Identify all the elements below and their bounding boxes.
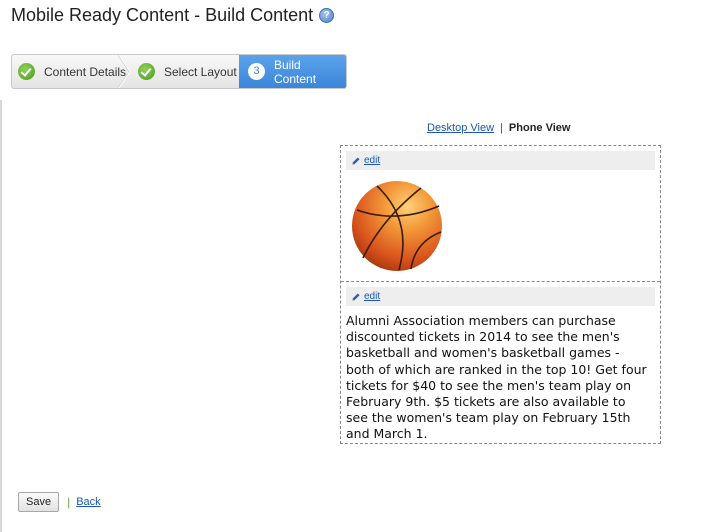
- pencil-icon: [352, 157, 360, 165]
- check-icon: [138, 63, 155, 80]
- save-button[interactable]: Save: [18, 492, 60, 512]
- view-toggle: Desktop View | Phone View: [427, 122, 570, 134]
- wizard-step-label: Build Content: [274, 57, 317, 86]
- page: Mobile Ready Content - Build Content ? C…: [0, 0, 723, 532]
- edit-bar: edit: [346, 151, 655, 170]
- pencil-icon: [352, 293, 360, 301]
- page-header: Mobile Ready Content - Build Content ?: [11, 5, 335, 26]
- edit-link[interactable]: edit: [364, 155, 380, 166]
- page-title: Mobile Ready Content - Build Content: [11, 5, 314, 25]
- back-link[interactable]: Back: [76, 496, 100, 508]
- wizard-steps: Content Details Select Layout 3 Build Co…: [11, 54, 347, 89]
- check-icon: [18, 63, 35, 80]
- text-block: edit Alumni Association members can purc…: [341, 282, 660, 444]
- step-number-badge: 3: [248, 63, 265, 80]
- question-circle-icon[interactable]: ?: [319, 8, 335, 23]
- wizard-step-label: Select Layout: [164, 64, 237, 79]
- wizard-step-content-details[interactable]: Content Details: [12, 55, 130, 88]
- wizard-step-label: Content Details: [44, 64, 127, 79]
- edit-bar: edit: [346, 287, 655, 306]
- desktop-view-link[interactable]: Desktop View: [427, 122, 494, 134]
- image-block: edit: [341, 146, 660, 282]
- phone-view-label: Phone View: [508, 122, 571, 134]
- basketball-image[interactable]: [351, 180, 443, 272]
- footer-actions: Save | Back: [18, 492, 101, 512]
- footer-separator: |: [67, 495, 71, 509]
- view-separator: |: [500, 122, 503, 134]
- promo-text: Alumni Association members can purchase …: [346, 313, 647, 442]
- wizard-step-build-content[interactable]: 3 Build Content: [239, 55, 346, 88]
- left-divider: [0, 100, 2, 532]
- edit-link[interactable]: edit: [364, 291, 380, 302]
- wizard-step-select-layout[interactable]: Select Layout: [129, 55, 239, 88]
- phone-preview: edit edit Alumni Association members can…: [340, 145, 661, 444]
